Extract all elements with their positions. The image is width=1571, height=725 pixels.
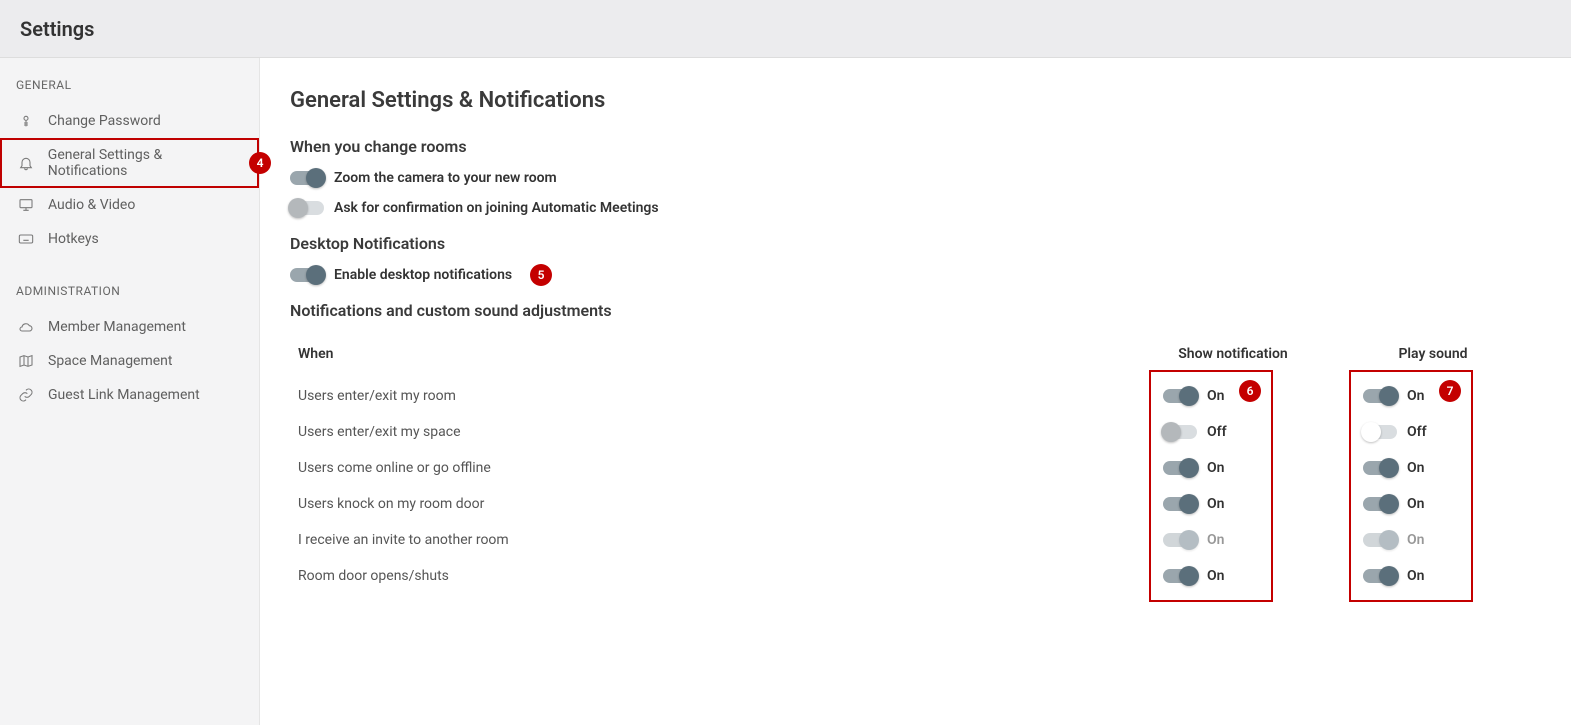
notif-row4-sound-state-label: On [1407, 532, 1424, 548]
notif-row4-show-state-label: On [1207, 532, 1224, 548]
row-confirm-join: Ask for confirmation on joining Automati… [290, 200, 1541, 216]
callout-badge-7: 7 [1439, 380, 1461, 402]
label-confirm-join: Ask for confirmation on joining Automati… [334, 200, 659, 216]
notif-row3-show-cell: On [1133, 496, 1333, 512]
col-notif-header: Show notification [1133, 346, 1333, 362]
notif-row5-sound-state-label: On [1407, 568, 1424, 584]
notif-when: Users enter/exit my room [298, 388, 1133, 404]
notif-row2-sound-cell: On [1333, 460, 1533, 476]
table-row: Room door opens/shuts On On [290, 558, 1541, 594]
toggle-zoom-camera[interactable] [290, 171, 324, 185]
table-row: Users enter/exit my space Off Off [290, 414, 1541, 450]
notif-row3-sound-cell: On [1333, 496, 1533, 512]
label-zoom-camera: Zoom the camera to your new room [334, 170, 557, 186]
sidebar-item-label: Member Management [48, 319, 186, 335]
sidebar-item-label: Change Password [48, 113, 161, 129]
password-icon [16, 113, 36, 129]
sidebar-item-hotkeys[interactable]: Hotkeys [0, 222, 259, 256]
table-row: Users knock on my room door On On [290, 486, 1541, 522]
callout-badge-5: 5 [530, 264, 552, 286]
keyboard-icon [16, 231, 36, 247]
notif-row0-sound-cell: On [1333, 388, 1533, 404]
notif-when: Users enter/exit my space [298, 424, 1133, 440]
notif-row0-show-toggle[interactable] [1163, 389, 1197, 403]
notif-row0-show-state-label: On [1207, 388, 1224, 404]
section-change-rooms-title: When you change rooms [290, 137, 1541, 156]
table-row: Users enter/exit my room On On [290, 378, 1541, 414]
sidebar-item-change-password[interactable]: Change Password [0, 104, 259, 138]
notif-row3-sound-toggle[interactable] [1363, 497, 1397, 511]
sidebar: GENERAL Change Password General Settings… [0, 58, 260, 725]
notif-row0-sound-toggle[interactable] [1363, 389, 1397, 403]
sidebar-item-member-management[interactable]: Member Management [0, 310, 259, 344]
sidebar-item-label: General Settings & Notifications [48, 147, 243, 179]
topbar: Settings [0, 0, 1571, 58]
notif-row3-show-toggle[interactable] [1163, 497, 1197, 511]
sidebar-item-label: Space Management [48, 353, 173, 369]
sidebar-item-audio-video[interactable]: Audio & Video [0, 188, 259, 222]
cloud-icon [16, 319, 36, 335]
toggle-enable-desktop[interactable] [290, 268, 324, 282]
sidebar-item-label: Guest Link Management [48, 387, 200, 403]
notif-row5-sound-cell: On [1333, 568, 1533, 584]
table-row: Users come online or go offline On On [290, 450, 1541, 486]
link-icon [16, 387, 36, 403]
notif-row3-show-state-label: On [1207, 496, 1224, 512]
label-enable-desktop: Enable desktop notifications [334, 267, 512, 283]
notif-row0-show-cell: On [1133, 388, 1333, 404]
notif-row1-sound-cell: Off [1333, 424, 1533, 440]
notif-when: Users come online or go offline [298, 460, 1133, 476]
notif-row1-show-state-label: Off [1207, 424, 1227, 440]
notif-row2-sound-toggle[interactable] [1363, 461, 1397, 475]
notif-row2-sound-state-label: On [1407, 460, 1424, 476]
callout-badge-4: 4 [249, 152, 271, 174]
notif-row5-show-state-label: On [1207, 568, 1224, 584]
col-sound-header: Play sound [1333, 346, 1533, 362]
sidebar-item-label: Hotkeys [48, 231, 99, 247]
notif-row4-show-cell: On [1133, 532, 1333, 548]
notif-row0-sound-state-label: On [1407, 388, 1424, 404]
bell-icon [16, 155, 36, 171]
notif-row5-show-cell: On [1133, 568, 1333, 584]
section-desktop-title: Desktop Notifications [290, 234, 1541, 253]
notif-row5-sound-toggle[interactable] [1363, 569, 1397, 583]
notif-row2-show-toggle[interactable] [1163, 461, 1197, 475]
col-when-header: When [298, 346, 1133, 362]
sidebar-item-label: Audio & Video [48, 197, 135, 213]
notif-row3-sound-state-label: On [1407, 496, 1424, 512]
callout-badge-6: 6 [1239, 380, 1261, 402]
notif-row2-show-state-label: On [1207, 460, 1224, 476]
section-notif-table-title: Notifications and custom sound adjustmen… [290, 301, 1541, 320]
map-icon [16, 353, 36, 369]
row-enable-desktop: Enable desktop notifications 5 [290, 267, 1541, 283]
toggle-confirm-join[interactable] [290, 201, 324, 215]
notif-row1-show-toggle[interactable] [1163, 425, 1197, 439]
sidebar-item-general-settings[interactable]: General Settings & Notifications 4 [0, 138, 259, 188]
layout: GENERAL Change Password General Settings… [0, 58, 1571, 725]
sidebar-item-guest-link[interactable]: Guest Link Management [0, 378, 259, 412]
sidebar-section-admin: ADMINISTRATION [0, 284, 259, 310]
notif-row4-sound-cell: On [1333, 532, 1533, 548]
table-row: I receive an invite to another room On On [290, 522, 1541, 558]
notif-when: I receive an invite to another room [298, 532, 1133, 548]
notif-when: Room door opens/shuts [298, 568, 1133, 584]
notifications-table: When Show notification Play sound Users … [290, 338, 1541, 594]
main-heading: General Settings & Notifications [290, 88, 1541, 113]
notif-row2-show-cell: On [1133, 460, 1333, 476]
sidebar-item-space-management[interactable]: Space Management [0, 344, 259, 378]
notif-row1-show-cell: Off [1133, 424, 1333, 440]
notif-when: Users knock on my room door [298, 496, 1133, 512]
row-zoom-camera: Zoom the camera to your new room [290, 170, 1541, 186]
sidebar-section-general: GENERAL [0, 78, 259, 104]
notif-row4-sound-toggle [1363, 533, 1397, 547]
monitor-icon [16, 197, 36, 213]
notif-row4-show-toggle [1163, 533, 1197, 547]
notif-header: When Show notification Play sound [290, 338, 1541, 378]
page-title: Settings [20, 17, 94, 41]
notif-row1-sound-toggle[interactable] [1363, 425, 1397, 439]
notif-row5-show-toggle[interactable] [1163, 569, 1197, 583]
main-content: General Settings & Notifications When yo… [260, 58, 1571, 725]
notif-row1-sound-state-label: Off [1407, 424, 1427, 440]
